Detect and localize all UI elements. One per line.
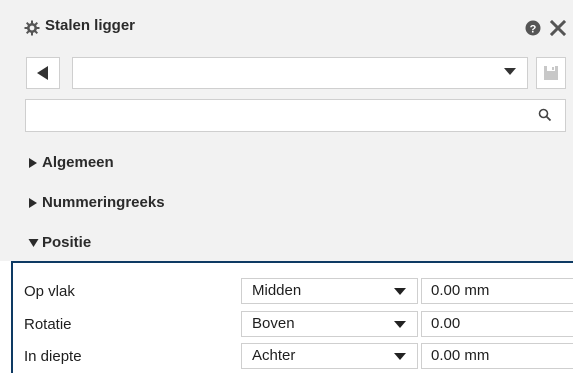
chevron-down-icon[interactable] — [504, 68, 516, 76]
property-row-rotatie: Rotatie Boven 0.00 — [13, 311, 573, 339]
triangle-right-icon — [29, 158, 37, 168]
triangle-right-icon — [29, 198, 37, 208]
op-vlak-select[interactable]: Midden — [241, 278, 418, 304]
field-value: 0.00 mm — [431, 347, 490, 364]
title-bar: Stalen ligger ? — [0, 0, 573, 54]
section-label: Nummeringreeks — [42, 194, 165, 211]
property-label: In diepte — [24, 348, 82, 365]
search-input[interactable] — [25, 99, 566, 132]
preset-select[interactable] — [72, 57, 528, 89]
field-value: 0.00 mm — [431, 282, 490, 299]
in-diepte-select[interactable]: Achter — [241, 343, 418, 369]
select-value: Midden — [252, 282, 302, 299]
property-row-op-vlak: Op vlak Midden 0.00 mm — [13, 278, 573, 306]
triangle-down-icon — [28, 239, 39, 247]
section-positie[interactable]: Positie — [0, 223, 573, 261]
properties-panel: Stalen ligger ? Algemeen Nummeringreeks … — [0, 0, 573, 373]
window-title: Stalen ligger — [45, 17, 136, 34]
search-icon[interactable] — [538, 108, 552, 122]
select-value: Achter — [252, 347, 296, 364]
chevron-down-icon — [394, 288, 406, 295]
section-nummeringreeks[interactable]: Nummeringreeks — [0, 183, 573, 223]
help-icon[interactable]: ? — [525, 20, 541, 36]
svg-text:?: ? — [530, 23, 537, 35]
chevron-down-icon — [394, 353, 406, 360]
section-algemeen[interactable]: Algemeen — [0, 143, 573, 183]
rotatie-select[interactable]: Boven — [241, 311, 418, 337]
property-row-in-diepte: In diepte Achter 0.00 mm — [13, 343, 573, 371]
section-label: Positie — [42, 234, 92, 251]
close-icon[interactable] — [550, 20, 566, 36]
save-icon — [544, 66, 558, 80]
property-label: Op vlak — [24, 283, 75, 300]
section-label: Algemeen — [42, 154, 114, 171]
chevron-down-icon — [394, 321, 406, 328]
op-vlak-value-field[interactable]: 0.00 mm — [421, 278, 573, 304]
property-label: Rotatie — [24, 316, 72, 333]
select-value: Boven — [252, 315, 295, 332]
gear-icon — [24, 20, 40, 36]
save-button[interactable] — [536, 57, 566, 89]
rotatie-value-field[interactable]: 0.00 — [421, 311, 573, 337]
in-diepte-value-field[interactable]: 0.00 mm — [421, 343, 573, 369]
triangle-left-icon — [37, 66, 48, 80]
field-value: 0.00 — [431, 315, 461, 332]
back-button[interactable] — [26, 57, 60, 89]
